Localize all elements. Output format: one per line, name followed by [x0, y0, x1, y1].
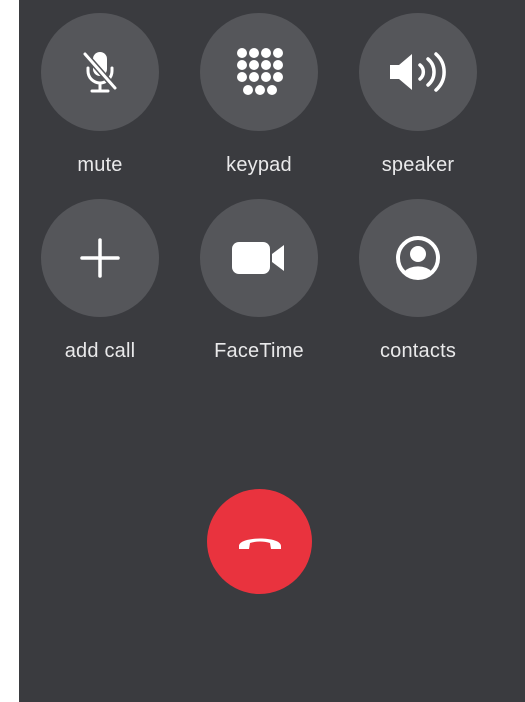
add-call-label: add call	[64, 340, 136, 362]
mic-slash-icon	[78, 48, 122, 96]
plus-icon	[80, 238, 120, 278]
call-screen: mute keypad speaker add call FaceTime co…	[19, 0, 525, 702]
speaker-circle[interactable]	[359, 13, 477, 131]
video-camera-icon	[230, 240, 288, 276]
contacts-circle[interactable]	[359, 199, 477, 317]
keypad-grid-icon	[234, 47, 284, 97]
speaker-label: speaker	[381, 154, 455, 176]
facetime-button[interactable]: FaceTime	[189, 199, 329, 379]
keypad-label: keypad	[226, 154, 292, 176]
add-call-circle[interactable]	[41, 199, 159, 317]
mute-label: mute	[77, 154, 123, 176]
facetime-label: FaceTime	[214, 340, 304, 362]
phone-down-icon	[236, 531, 284, 553]
speaker-wave-icon	[386, 50, 450, 94]
facetime-circle[interactable]	[200, 199, 318, 317]
mute-button[interactable]: mute	[30, 13, 170, 193]
keypad-circle[interactable]	[200, 13, 318, 131]
end-call-button[interactable]	[207, 489, 312, 594]
contacts-label: contacts	[379, 340, 457, 362]
speaker-button[interactable]: speaker	[348, 13, 488, 193]
person-circle-icon	[394, 234, 442, 282]
add-call-button[interactable]: add call	[30, 199, 170, 379]
keypad-button[interactable]: keypad	[189, 13, 329, 193]
contacts-button[interactable]: contacts	[348, 199, 488, 379]
mute-circle[interactable]	[41, 13, 159, 131]
